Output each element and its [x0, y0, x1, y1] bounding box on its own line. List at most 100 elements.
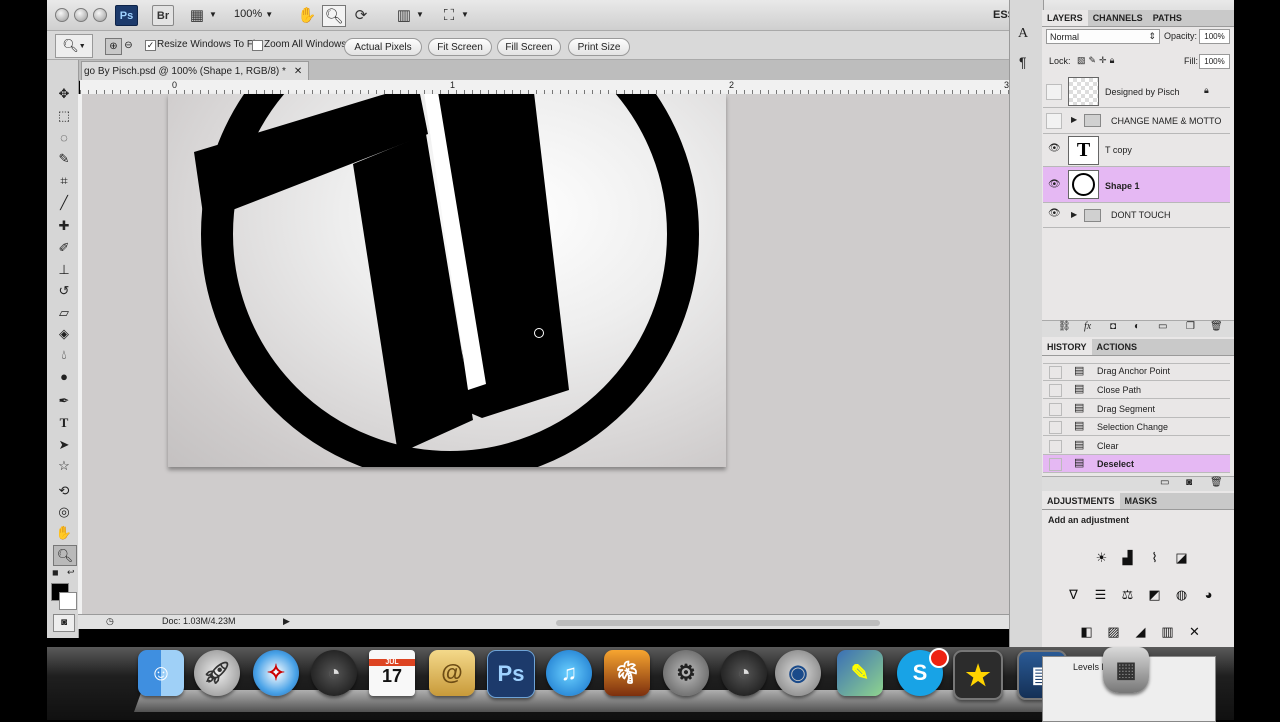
window-zoom-button[interactable]	[93, 8, 107, 22]
history-snapshot-checkbox[interactable]	[1049, 440, 1062, 453]
tab-history[interactable]: HISTORY	[1042, 339, 1092, 355]
eye-icon[interactable]: 👁︎	[1048, 143, 1061, 155]
type-tool-icon[interactable]: T	[53, 413, 75, 432]
history-item[interactable]	[1043, 437, 1230, 455]
group-expand-icon[interactable]: ▶	[1071, 210, 1077, 219]
screen-mode-icon[interactable]: ⛶	[438, 5, 460, 25]
exposure-icon[interactable]: ◪	[1170, 547, 1193, 568]
history-snapshot-checkbox[interactable]	[1049, 366, 1062, 379]
dashboard-icon[interactable]: ◔	[311, 650, 357, 696]
arrange-dropdown-icon[interactable]: ▼	[416, 10, 424, 19]
quick-mask-icon[interactable]: ◙	[53, 614, 75, 632]
print-size-button[interactable]: Print Size	[568, 38, 630, 56]
color-balance-icon[interactable]: ⚖	[1116, 584, 1139, 605]
document-canvas[interactable]	[168, 94, 726, 467]
fill-screen-button[interactable]: Fill Screen	[497, 38, 561, 56]
clone-stamp-tool-icon[interactable]: ⊥	[53, 260, 75, 279]
tab-masks[interactable]: MASKS	[1120, 493, 1163, 509]
horizontal-scrollbar[interactable]	[556, 620, 880, 626]
move-tool-icon[interactable]: ✥	[53, 84, 75, 103]
actual-pixels-button[interactable]: Actual Pixels	[344, 38, 422, 56]
photo-filter-icon[interactable]: ◍	[1170, 584, 1193, 605]
pen-pad-icon[interactable]: ✎	[837, 650, 883, 696]
hue-saturation-icon[interactable]: ☰	[1089, 584, 1112, 605]
tab-paths[interactable]: PATHS	[1148, 10, 1187, 26]
zoom-tool-panel-icon[interactable]: 🔍︎	[53, 545, 77, 566]
delete-state-icon[interactable]: 🗑︎	[1210, 477, 1223, 488]
lasso-tool-icon[interactable]: ◌	[53, 128, 75, 147]
marquee-tool-icon[interactable]: ⬚	[53, 106, 75, 125]
zoom-level-select[interactable]: 100% ▼	[234, 8, 273, 20]
channel-mixer-icon[interactable]: ◕	[1197, 584, 1220, 605]
new-document-from-state-icon[interactable]: ▭	[1160, 477, 1169, 488]
history-snapshot-checkbox[interactable]	[1049, 421, 1062, 434]
dashboard-2-icon[interactable]: ◔	[721, 650, 767, 696]
character-panel-icon[interactable]: A	[1018, 26, 1028, 42]
window-close-button[interactable]	[55, 8, 69, 22]
quick-selection-tool-icon[interactable]: ✎	[53, 149, 75, 168]
default-colors-icon[interactable]: ◼	[52, 568, 59, 577]
zoom-in-icon[interactable]: ⊕	[105, 38, 122, 55]
swap-colors-icon[interactable]: ↩	[67, 567, 75, 578]
calendar-icon[interactable]: JUL 17	[369, 650, 415, 696]
zoom-tool-icon[interactable]: 🔍︎	[322, 5, 346, 27]
close-tab-icon[interactable]: ✕	[294, 66, 302, 77]
lock-options-icons[interactable]: ▧✎✛🔒︎	[1077, 55, 1117, 66]
paint-bucket-tool-icon[interactable]: ◈	[53, 324, 75, 343]
imovie-star-icon[interactable]: ★	[953, 650, 1003, 700]
group-expand-icon[interactable]: ▶	[1071, 115, 1077, 124]
resize-windows-checkbox[interactable]: ✓	[145, 40, 156, 51]
document-tab[interactable]: go By Pisch.psd @ 100% (Shape 1, RGB/8) …	[81, 61, 309, 81]
brightness-contrast-icon[interactable]: ☀	[1090, 547, 1113, 568]
hand-tool-icon[interactable]: ✋	[296, 5, 318, 25]
black-white-icon[interactable]: ◩	[1143, 584, 1166, 605]
add-mask-icon[interactable]: ◘	[1110, 321, 1116, 332]
new-group-icon[interactable]: ▭	[1158, 321, 1167, 332]
custom-shape-tool-icon[interactable]: ☆	[53, 456, 75, 475]
paragraph-panel-icon[interactable]: ¶	[1019, 54, 1027, 70]
healing-brush-tool-icon[interactable]: ✚	[53, 216, 75, 235]
iphoto-icon[interactable]: 🌴︎	[604, 650, 650, 696]
brush-tool-icon[interactable]: ✐	[53, 238, 75, 257]
tab-channels[interactable]: CHANNELS	[1088, 10, 1148, 26]
safari-icon[interactable]: ✧	[253, 650, 299, 696]
tab-actions[interactable]: ACTIONS	[1092, 339, 1143, 355]
window-minimize-button[interactable]	[74, 8, 88, 22]
crop-tool-icon[interactable]: ⌗	[53, 171, 75, 190]
history-snapshot-checkbox[interactable]	[1049, 403, 1062, 416]
pen-tool-icon[interactable]: ✒	[53, 391, 75, 410]
history-snapshot-checkbox[interactable]	[1049, 458, 1062, 471]
layer-visibility-toggle[interactable]	[1046, 84, 1062, 100]
adjustment-layer-icon[interactable]: ◐	[1134, 321, 1140, 332]
facetime-camera-icon[interactable]: ◉	[775, 650, 821, 696]
delete-layer-icon[interactable]: 🗑︎	[1210, 321, 1223, 332]
eraser-tool-icon[interactable]: ▱	[53, 303, 75, 322]
gradient-map-icon[interactable]: ▥	[1156, 621, 1179, 642]
photoshop-dock-icon[interactable]: Ps	[487, 650, 535, 698]
3d-orbit-tool-icon[interactable]: ◎	[53, 502, 75, 521]
levels-icon[interactable]: ▟	[1116, 547, 1139, 568]
zoom-out-icon[interactable]: ⊖	[121, 38, 136, 53]
system-preferences-icon[interactable]: ⚙	[663, 650, 709, 696]
history-brush-tool-icon[interactable]: ↺	[53, 281, 75, 300]
tool-preset-picker[interactable]: 🔍︎ ▼	[55, 34, 93, 58]
itunes-icon[interactable]: ♫	[546, 650, 592, 696]
arrange-documents-icon[interactable]: ▥	[393, 5, 415, 25]
view-extras-dropdown-icon[interactable]: ▼	[209, 10, 217, 19]
blend-mode-select[interactable]: Normal ⇕	[1046, 29, 1160, 44]
tab-adjustments[interactable]: ADJUSTMENTS	[1042, 493, 1120, 509]
curves-icon[interactable]: ⌇	[1143, 547, 1166, 568]
finder-icon[interactable]: ☺	[138, 650, 184, 696]
eye-icon[interactable]: 👁︎	[1048, 208, 1061, 220]
trash-icon[interactable]: ▦	[1103, 647, 1149, 693]
new-snapshot-icon[interactable]: ◙	[1186, 477, 1192, 488]
vibrance-icon[interactable]: ∇	[1062, 584, 1085, 605]
rotate-view-icon[interactable]: ⟳	[350, 5, 372, 25]
status-menu-icon[interactable]: ◷	[106, 616, 114, 627]
hand-tool-panel-icon[interactable]: ✋	[53, 523, 75, 542]
ruler-horizontal[interactable]	[80, 80, 1009, 95]
layer-visibility-toggle[interactable]	[1046, 113, 1062, 129]
status-expand-icon[interactable]: ▶	[283, 616, 290, 627]
path-selection-tool-icon[interactable]: ➤	[53, 435, 75, 454]
history-item-current[interactable]	[1043, 455, 1230, 473]
